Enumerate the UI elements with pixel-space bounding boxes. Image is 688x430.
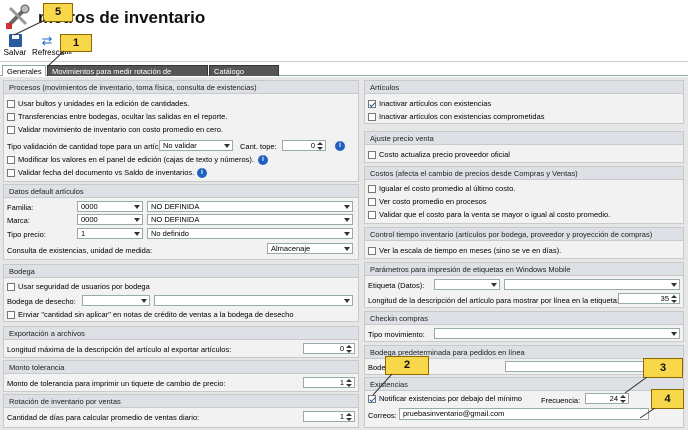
callout-4-arrow (639, 407, 656, 419)
